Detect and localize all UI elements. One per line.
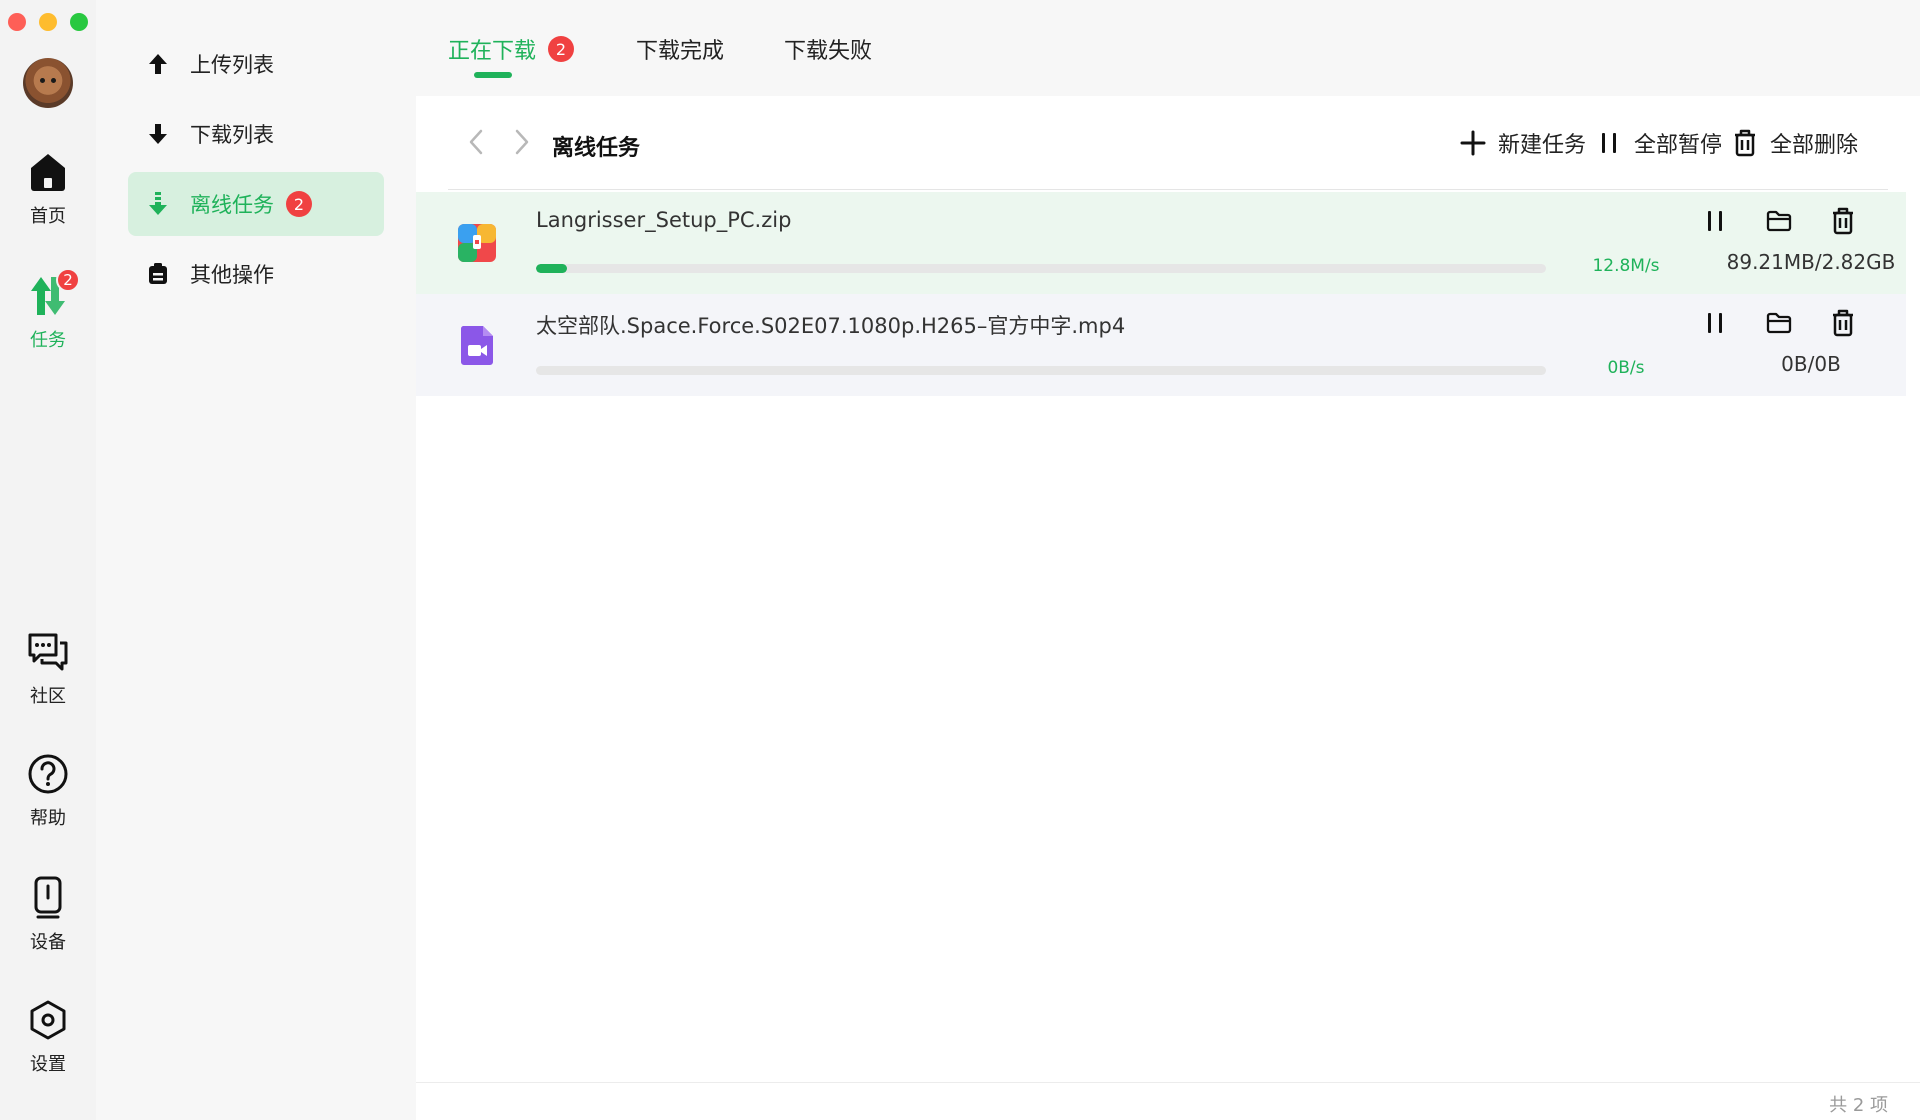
rail-item-settings[interactable]: 设置 [0, 998, 96, 1076]
download-progress-bar [536, 264, 1546, 273]
sidebar-item-download-list[interactable]: 下载列表 [128, 102, 384, 166]
delete-all-label: 全部删除 [1770, 133, 1859, 158]
minimize-window-button[interactable] [39, 13, 57, 31]
video-file-icon [456, 324, 498, 366]
task-toolbar: 离线任务 新建任务 全部暂停 全部删除 [448, 120, 1888, 190]
task-actions [1698, 308, 1890, 342]
sidebar-item-label: 其他操作 [190, 263, 274, 287]
rail-item-label: 设备 [30, 932, 66, 953]
rail-item-help[interactable]: 帮助 [0, 752, 96, 830]
forward-button[interactable] [508, 129, 536, 159]
user-avatar[interactable] [23, 58, 73, 108]
tab-label: 下载失败 [784, 39, 873, 64]
pause-task-button[interactable] [1698, 308, 1732, 342]
sidebar-item-upload-list[interactable]: 上传列表 [128, 32, 384, 96]
tab-completed[interactable]: 下载完成 [636, 32, 724, 66]
chevron-right-icon [514, 129, 530, 159]
device-icon [26, 876, 70, 920]
item-count: 共 2 项 [1829, 1095, 1888, 1116]
trash-icon [1730, 128, 1760, 158]
rail-item-label: 社区 [30, 686, 66, 707]
archive-file-icon [456, 222, 498, 264]
tab-label: 下载完成 [636, 39, 725, 64]
clipboard-icon [146, 262, 170, 286]
active-tab-indicator [474, 72, 512, 78]
open-folder-button[interactable] [1762, 308, 1796, 342]
pause-all-label: 全部暂停 [1634, 133, 1723, 158]
rail-item-home[interactable]: 首页 [0, 150, 96, 228]
delete-all-button[interactable]: 全部删除 [1730, 126, 1858, 160]
task-file-name: Langrisser_Setup_PC.zip [536, 208, 792, 232]
delete-task-button[interactable] [1826, 206, 1860, 240]
downloading-count-badge: 2 [548, 36, 575, 62]
folder-icon [1766, 210, 1792, 236]
new-task-label: 新建任务 [1498, 133, 1587, 158]
pause-icon [1705, 311, 1725, 339]
app-rail: 首页 2 任务 社区 帮助 设备 设置 [0, 0, 96, 1120]
close-window-button[interactable] [8, 13, 26, 31]
tab-bar: 正在下载 2 下载完成 下载失败 [416, 0, 1920, 96]
download-arrow-icon [146, 122, 170, 146]
open-folder-button[interactable] [1762, 206, 1796, 240]
sidebar-item-other-actions[interactable]: 其他操作 [128, 242, 384, 306]
sidebar-item-label: 上传列表 [190, 53, 274, 77]
settings-icon [26, 998, 70, 1042]
offline-tasks-badge: 2 [286, 191, 312, 217]
download-progress-bar [536, 366, 1546, 375]
window-controls [8, 13, 88, 31]
tasks-badge: 2 [56, 268, 80, 292]
help-icon [26, 752, 70, 796]
trash-icon [1831, 309, 1855, 341]
rail-item-community[interactable]: 社区 [0, 630, 96, 708]
status-footer: 共 2 项 [416, 1082, 1920, 1120]
download-progress-fill [536, 264, 568, 273]
chat-icon [26, 630, 70, 674]
chevron-left-icon [468, 129, 484, 159]
download-speed: 12.8M/s [1592, 256, 1660, 276]
plus-icon [1458, 128, 1488, 158]
sidebar-item-label: 下载列表 [190, 123, 274, 147]
pause-all-button[interactable]: 全部暂停 [1594, 126, 1722, 160]
rail-item-label: 任务 [30, 330, 66, 351]
folder-icon [1766, 312, 1792, 338]
sidebar-item-label: 离线任务 [190, 193, 274, 217]
tab-label: 正在下载 [448, 39, 537, 64]
download-size: 89.21MB/2.82GB [1726, 250, 1896, 274]
task-actions [1698, 206, 1890, 240]
rail-item-devices[interactable]: 设备 [0, 876, 96, 954]
new-task-button[interactable]: 新建任务 [1458, 126, 1586, 160]
sidebar-item-offline-tasks[interactable]: 离线任务 2 [128, 172, 384, 236]
upload-arrow-icon [146, 52, 170, 76]
task-row[interactable]: 太空部队.Space.Force.S02E07.1080p.H265–官方中字.… [416, 294, 1906, 396]
pause-icon [1705, 209, 1725, 237]
download-speed: 0B/s [1607, 358, 1645, 378]
main-panel: 正在下载 2 下载完成 下载失败 离线任务 新建任务 全部暂停 全部删除 Lan… [416, 0, 1920, 1120]
delete-task-button[interactable] [1826, 308, 1860, 342]
maximize-window-button[interactable] [70, 13, 88, 31]
page-title: 离线任务 [552, 136, 641, 161]
rail-item-label: 设置 [30, 1054, 66, 1075]
pause-task-button[interactable] [1698, 206, 1732, 240]
task-row[interactable]: Langrisser_Setup_PC.zip 12.8M/s 89.21MB/… [416, 192, 1906, 294]
transfer-sidebar: 上传列表 下载列表 离线任务 2 其他操作 [96, 0, 416, 1120]
pause-icon [1594, 128, 1624, 158]
rail-item-label: 帮助 [30, 808, 66, 829]
tab-downloading[interactable]: 正在下载 2 [448, 32, 575, 66]
rail-item-label: 首页 [30, 206, 66, 227]
download-size: 0B/0B [1781, 352, 1841, 376]
trash-icon [1831, 207, 1855, 239]
task-file-name: 太空部队.Space.Force.S02E07.1080p.H265–官方中字.… [536, 314, 1126, 338]
tab-failed[interactable]: 下载失败 [784, 32, 872, 66]
rail-item-tasks[interactable]: 2 任务 [0, 268, 96, 352]
home-icon [26, 150, 70, 194]
transfer-icon: 2 [26, 268, 80, 318]
back-button[interactable] [462, 129, 490, 159]
offline-download-icon [146, 192, 170, 216]
